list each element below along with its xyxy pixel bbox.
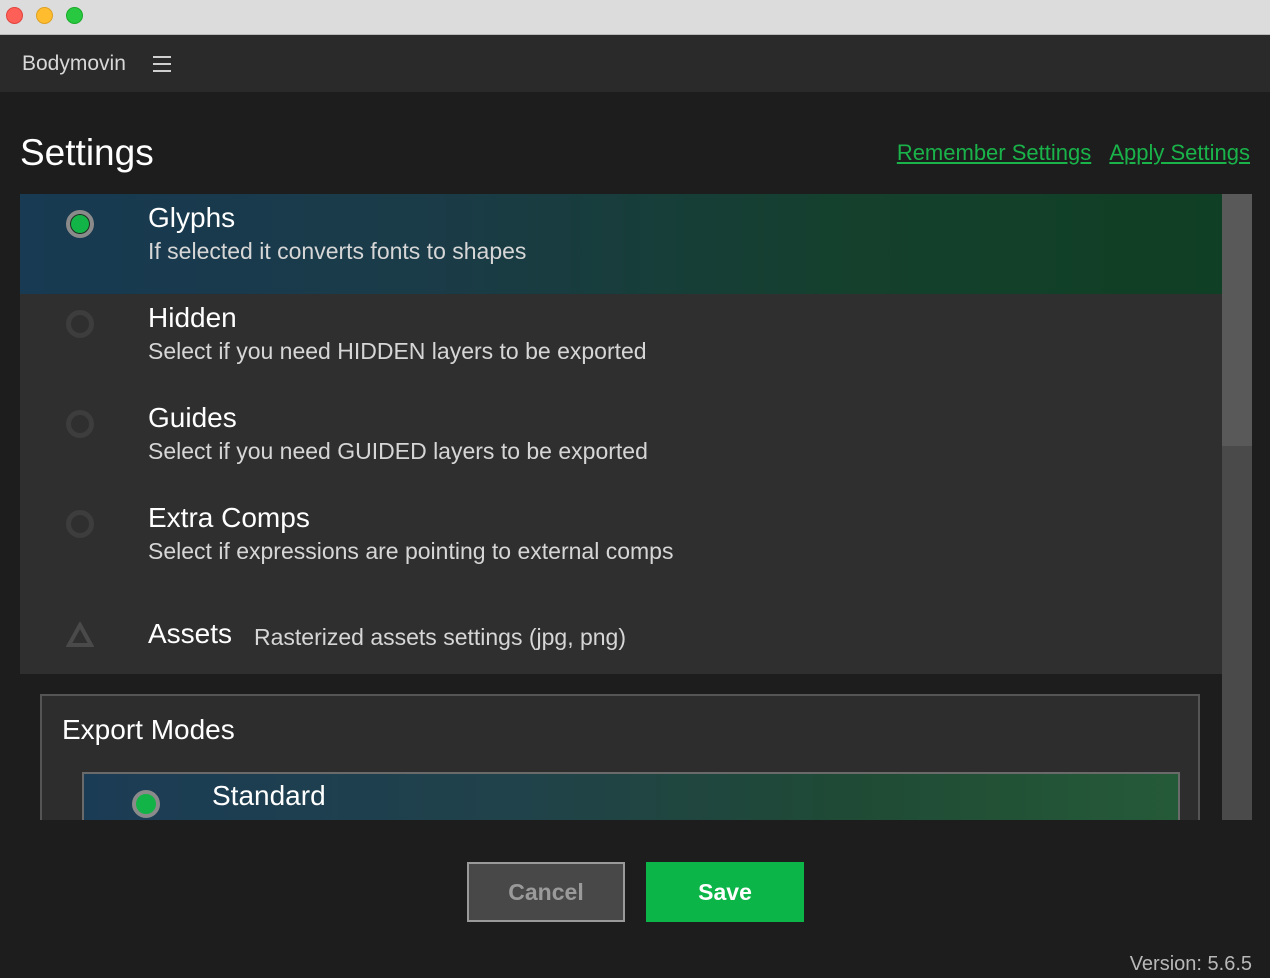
apply-settings-link[interactable]: Apply Settings <box>1109 140 1250 165</box>
assets-title: Assets <box>148 618 233 649</box>
extra-comps-radio[interactable] <box>66 510 94 538</box>
app-header: Bodymovin <box>0 35 1270 92</box>
setting-description: If selected it converts fonts to shapes <box>148 238 527 264</box>
window-titlebar <box>0 0 1270 35</box>
save-button[interactable]: Save <box>646 862 804 922</box>
setting-title: Hidden <box>148 302 237 333</box>
setting-description: Select if you need HIDDEN layers to be e… <box>148 338 647 364</box>
hidden-radio[interactable] <box>66 310 94 338</box>
settings-links: Remember Settings Apply Settings <box>885 140 1250 166</box>
export-mode-title: Standard <box>212 780 326 811</box>
app-title: Bodymovin <box>22 52 126 75</box>
settings-page: Settings Remember Settings Apply Setting… <box>0 92 1270 978</box>
setting-description: Select if expressions are pointing to ex… <box>148 538 674 564</box>
setting-assets[interactable]: Assets Rasterized assets settings (jpg, … <box>20 600 1222 674</box>
zoom-window-button[interactable] <box>66 7 83 24</box>
hamburger-menu-icon[interactable] <box>153 56 171 72</box>
standard-radio[interactable] <box>132 790 160 818</box>
version-label: Version: 5.6.5 <box>1129 953 1252 975</box>
setting-guides[interactable]: Guides Select if you need GUIDED layers … <box>20 394 1222 494</box>
expand-triangle-icon[interactable] <box>66 622 94 648</box>
cancel-button[interactable]: Cancel <box>467 862 625 922</box>
page-title: Settings <box>20 132 154 173</box>
export-modes-panel: Export Modes Standard <box>40 694 1200 820</box>
close-window-button[interactable] <box>6 7 23 24</box>
setting-hidden[interactable]: Hidden Select if you need HIDDEN layers … <box>20 294 1222 394</box>
settings-list: Glyphs If selected it converts fonts to … <box>20 194 1252 820</box>
export-modes-title: Export Modes <box>62 714 235 745</box>
setting-title: Guides <box>148 402 237 433</box>
glyphs-radio[interactable] <box>66 210 94 238</box>
minimize-window-button[interactable] <box>36 7 53 24</box>
guides-radio[interactable] <box>66 410 94 438</box>
assets-description: Rasterized assets settings (jpg, png) <box>254 624 627 650</box>
remember-settings-link[interactable]: Remember Settings <box>897 140 1091 165</box>
setting-title: Glyphs <box>148 202 236 233</box>
setting-description: Select if you need GUIDED layers to be e… <box>148 438 648 464</box>
setting-title: Extra Comps <box>148 502 310 533</box>
scrollbar-thumb[interactable] <box>1222 194 1252 446</box>
setting-glyphs[interactable]: Glyphs If selected it converts fonts to … <box>20 194 1222 294</box>
setting-extra-comps[interactable]: Extra Comps Select if expressions are po… <box>20 494 1222 594</box>
export-mode-standard[interactable]: Standard <box>82 772 1180 820</box>
